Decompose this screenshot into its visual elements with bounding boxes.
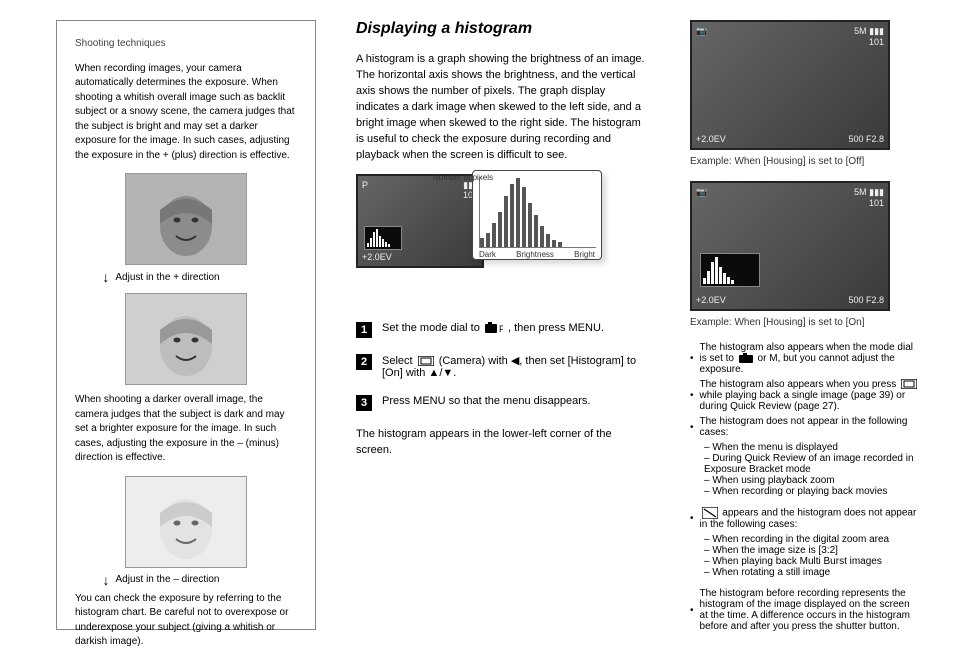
axis-x-labels: Dark Brightness Bright (479, 250, 595, 259)
tips-panel: Shooting techniques When recording image… (56, 20, 316, 630)
screen-icon (418, 356, 434, 366)
main-column: Displaying a histogram A histogram is a … (356, 20, 646, 468)
step-number-2: 2 (356, 354, 372, 370)
tips-body-1: When recording images, your camera autom… (75, 62, 297, 164)
note-3-head: •The histogram does not appear in the fo… (690, 416, 920, 438)
histogram-popup: Number of pixels Dark Brightness Bright (472, 170, 602, 260)
note4-item: – When rotating a still image (704, 567, 920, 578)
osd-exp: 500 F2.8 (848, 295, 884, 305)
histogram-diagram: P ▮▮▮101 +2.0EV Number of pixels Dark Br… (356, 174, 616, 314)
histogram-overlay (700, 253, 760, 287)
sample-image-bright (125, 476, 247, 568)
osd-info: 5M ▮▮▮101 (854, 187, 884, 209)
step-number-1: 1 (356, 322, 372, 338)
lcd-example-off: 📷 5M ▮▮▮101 +2.0EV 500 F2.8 (690, 20, 890, 150)
camera-icon (739, 353, 753, 363)
manual-page: Shooting techniques When recording image… (0, 0, 954, 672)
notes-column: 📷 5M ▮▮▮101 +2.0EV 500 F2.8 Example: Whe… (690, 20, 920, 636)
face-illustration-3 (126, 477, 246, 567)
step-1: 1 Set the mode dial to P , then press ME… (356, 322, 646, 338)
osd-cam-icon: 📷 (696, 187, 707, 198)
section-heading: Displaying a histogram (356, 20, 646, 38)
face-illustration-1 (126, 174, 246, 264)
svg-text:P: P (499, 324, 503, 334)
note-1: • The histogram also appears when the mo… (690, 342, 920, 375)
histogram-off-icon (702, 507, 718, 519)
arrow-minus: ↓ Adjust in the – direction (101, 572, 221, 588)
osd-exp: 500 F2.8 (848, 134, 884, 144)
histogram-thumbnail (364, 226, 402, 250)
axis-dark: Dark (479, 250, 496, 259)
caption-on: Example: When [Housing] is set to [On] (690, 317, 920, 328)
face-illustration-2 (126, 294, 246, 384)
step-1-text: Set the mode dial to P , then press MENU… (382, 322, 604, 334)
caption-off: Example: When [Housing] is set to [Off] (690, 156, 920, 167)
tips-title: Shooting techniques (75, 37, 297, 52)
lcd-preview: P ▮▮▮101 +2.0EV (356, 174, 484, 268)
osd-cam-icon: 📷 (696, 26, 707, 37)
intro-text: A histogram is a graph showing the brigh… (356, 52, 646, 164)
screen-icon (901, 379, 917, 389)
camera-p-icon: P (485, 322, 503, 334)
tips-body-2: When shooting a darker overall image, th… (75, 393, 297, 466)
sample-image-dark (125, 173, 247, 265)
arrow-plus: ↓ Adjust in the + direction (101, 269, 221, 285)
note-5: •The histogram before recording represen… (690, 588, 920, 632)
step-3-text: Press MENU so that the menu disappears. (382, 395, 590, 407)
axis-y-label: Number of pixels (433, 173, 493, 182)
down-arrow-icon: ↓ (102, 269, 109, 285)
axis-x: Brightness (516, 250, 554, 259)
label-minus: Adjust in the – direction (116, 574, 220, 585)
osd-ev: +2.0EV (696, 295, 726, 305)
note-3-list: – When the menu is displayed – During Qu… (690, 442, 920, 497)
step-2: 2 Select (Camera) with ◀, then set [Hist… (356, 354, 646, 379)
note4-item: – When playing back Multi Burst images (704, 556, 920, 567)
axis-bright: Bright (574, 250, 595, 259)
note3-item: – When using playback zoom (704, 475, 920, 486)
lcd-example-on: 📷 5M ▮▮▮101 +2.0EV 500 F2.8 (690, 181, 890, 311)
note4-item: – When the image size is [3:2] (704, 545, 920, 556)
step-2-text: Select (Camera) with ◀, then set [Histog… (382, 354, 646, 379)
note4-item: – When recording in the digital zoom are… (704, 534, 920, 545)
note-2: • The histogram also appears when you pr… (690, 379, 920, 412)
osd-ev: +2.0EV (696, 134, 726, 144)
note-4-head: • appears and the histogram does not app… (690, 507, 920, 530)
note3-item: – When recording or playing back movies (704, 486, 920, 497)
tips-footer: You can check the exposure by referring … (75, 592, 297, 650)
note-4-list: – When recording in the digital zoom are… (690, 534, 920, 578)
step-4-text: The histogram appears in the lower-left … (356, 427, 646, 459)
step-number-3: 3 (356, 395, 372, 411)
down-arrow-icon: ↓ (103, 572, 110, 588)
note3-item: – During Quick Review of an image record… (704, 453, 920, 475)
osd-ev: +2.0EV (362, 252, 392, 262)
histogram-graph (479, 177, 596, 248)
note3-item: – When the menu is displayed (704, 442, 920, 453)
sample-image-normal (125, 293, 247, 385)
label-plus: Adjust in the + direction (115, 272, 219, 283)
step-3: 3 Press MENU so that the menu disappears… (356, 395, 646, 411)
osd-info: 5M ▮▮▮101 (854, 26, 884, 48)
osd-mode: P (362, 180, 368, 190)
